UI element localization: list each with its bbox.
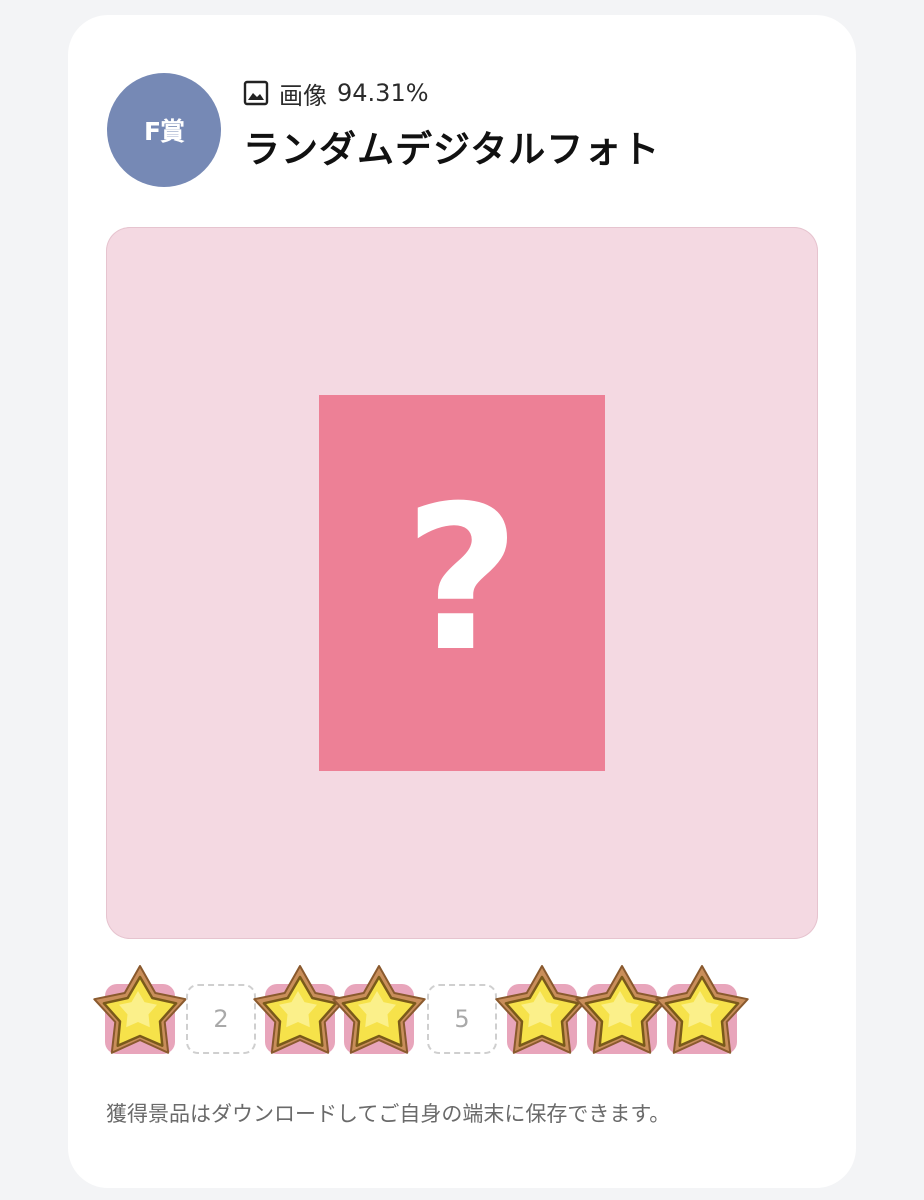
- stamp-slot-5: 5: [427, 984, 497, 1054]
- prize-rank-badge: F賞: [107, 73, 221, 187]
- prize-type-label: 画像: [279, 81, 327, 110]
- question-mark-icon: ?: [404, 498, 520, 668]
- stamp-card: 25: [93, 965, 765, 1060]
- star-icon: [655, 965, 749, 1054]
- stamp-slot-number: 2: [213, 1005, 229, 1033]
- mystery-card: ?: [319, 395, 605, 771]
- prize-meta: 画像 94.31%: [243, 74, 429, 112]
- star-icon: [332, 965, 426, 1054]
- prize-preview[interactable]: ?: [106, 227, 818, 939]
- prize-rank-label: F賞: [143, 117, 185, 146]
- prize-title: ランダムデジタルフォト: [243, 128, 661, 171]
- svg-text:?: ?: [404, 498, 520, 668]
- stamp-slot-2: 2: [186, 984, 256, 1054]
- prize-rate: 94.31%: [337, 79, 429, 107]
- image-icon: [243, 80, 269, 106]
- stamp-slot-number: 5: [454, 1005, 470, 1033]
- download-note: 獲得景品はダウンロードしてご自身の端末に保存できます。: [106, 1102, 671, 1126]
- star-icon: [93, 965, 187, 1054]
